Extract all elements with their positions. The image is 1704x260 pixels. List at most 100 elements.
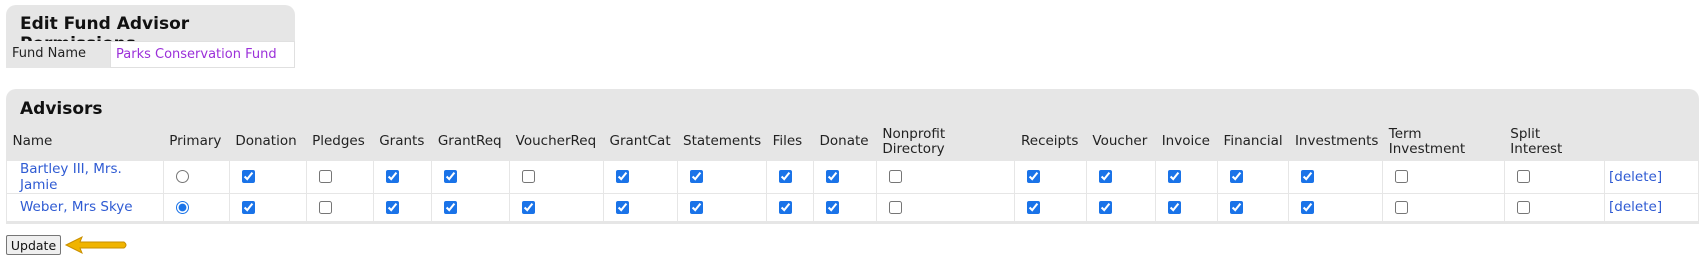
- receipts-cell: [1014, 192, 1087, 222]
- delete-link[interactable]: [delete]: [1609, 169, 1662, 185]
- invoice-cell: [1155, 192, 1219, 222]
- nonprofit-directory-cell: [875, 192, 1016, 222]
- grantcat-cell: [602, 192, 678, 222]
- fund-name-row: Fund Name Parks Conservation Fund: [6, 41, 295, 68]
- fund-name-label: Fund Name: [12, 46, 86, 61]
- delete-cell: [delete]: [1604, 192, 1699, 222]
- advisors-panel: Advisors Name Primary Donation Pledges G…: [6, 89, 1699, 224]
- col-header-pledges: Pledges: [312, 133, 365, 150]
- grants-cell: [372, 159, 433, 194]
- primary-cell: [162, 159, 230, 194]
- voucherreq-checkbox[interactable]: [522, 200, 536, 214]
- col-header-term-investment: Term Investment: [1388, 125, 1466, 157]
- grantreq-cell: [431, 192, 511, 222]
- statements-checkbox[interactable]: [689, 200, 703, 214]
- statements-checkbox[interactable]: [689, 170, 703, 183]
- table-row: Bartley III, Mrs. Jamie [delete]: [6, 159, 1699, 194]
- col-header-donate: Donate: [819, 133, 869, 150]
- col-header-split-interest: Split Interest: [1510, 125, 1563, 157]
- invoice-checkbox[interactable]: [1168, 200, 1182, 214]
- receipts-cell: [1014, 159, 1087, 194]
- donation-cell: [228, 159, 307, 194]
- col-header-actions: [1605, 124, 1699, 160]
- nonprofit-directory-checkbox[interactable]: [888, 170, 902, 183]
- col-header-statements: Statements: [683, 133, 762, 150]
- table-row: Weber, Mrs Skye [delete]: [6, 192, 1699, 222]
- col-header-invoice: Invoice: [1161, 133, 1210, 150]
- donate-checkbox[interactable]: [826, 200, 839, 214]
- donate-checkbox[interactable]: [826, 170, 839, 183]
- voucher-checkbox[interactable]: [1098, 200, 1112, 214]
- voucherreq-checkbox[interactable]: [522, 170, 536, 183]
- col-header-files: Files: [772, 133, 803, 150]
- donation-checkbox[interactable]: [241, 200, 255, 214]
- investments-checkbox[interactable]: [1301, 200, 1315, 214]
- voucherreq-cell: [509, 159, 604, 194]
- investments-checkbox[interactable]: [1301, 170, 1315, 183]
- investments-cell: [1288, 159, 1384, 194]
- files-cell: [766, 159, 814, 194]
- fund-name-value: Parks Conservation Fund: [110, 41, 295, 68]
- statements-cell: [676, 159, 768, 194]
- donate-cell: [813, 192, 877, 222]
- table-header-row: Name Primary Donation Pledges Grants Gra…: [7, 124, 1699, 160]
- primary-radio[interactable]: [175, 200, 189, 214]
- delete-cell: [delete]: [1604, 159, 1699, 194]
- advisor-name-cell: Weber, Mrs Skye: [6, 192, 164, 222]
- voucher-cell: [1085, 192, 1157, 222]
- advisor-name-cell: Bartley III, Mrs. Jamie: [6, 159, 164, 194]
- grantreq-checkbox[interactable]: [444, 200, 458, 214]
- investments-cell: [1288, 192, 1384, 222]
- grants-checkbox[interactable]: [385, 170, 399, 183]
- voucher-checkbox[interactable]: [1098, 170, 1112, 183]
- col-header-receipts: Receipts: [1020, 133, 1079, 150]
- receipts-checkbox[interactable]: [1027, 200, 1041, 214]
- grants-checkbox[interactable]: [385, 200, 399, 214]
- donation-cell: [228, 192, 307, 222]
- receipts-checkbox[interactable]: [1027, 170, 1041, 183]
- arrow-left-icon: [64, 235, 127, 255]
- invoice-cell: [1155, 159, 1219, 194]
- col-header-financial: Financial: [1223, 133, 1283, 150]
- grantcat-checkbox[interactable]: [615, 170, 629, 183]
- col-header-voucher: Voucher: [1092, 133, 1148, 150]
- invoice-checkbox[interactable]: [1168, 170, 1182, 183]
- files-checkbox[interactable]: [779, 200, 793, 214]
- financial-checkbox[interactable]: [1230, 200, 1244, 214]
- grantcat-cell: [602, 159, 678, 194]
- update-button[interactable]: Update: [6, 235, 61, 255]
- term-investment-cell: [1382, 192, 1505, 222]
- col-header-name: Name: [12, 133, 53, 150]
- donation-checkbox[interactable]: [241, 170, 255, 183]
- col-header-nonprofit-directory: Nonprofit Directory: [882, 125, 946, 157]
- primary-radio[interactable]: [175, 170, 189, 183]
- delete-link[interactable]: [delete]: [1609, 199, 1662, 215]
- advisor-name-link[interactable]: Bartley III, Mrs. Jamie: [20, 161, 122, 193]
- pledges-cell: [305, 192, 374, 222]
- col-header-grantreq: GrantReq: [437, 133, 502, 150]
- grantcat-checkbox[interactable]: [615, 200, 629, 214]
- split-interest-checkbox[interactable]: [1516, 170, 1530, 183]
- files-cell: [766, 192, 814, 222]
- term-investment-checkbox[interactable]: [1395, 200, 1409, 214]
- primary-cell: [162, 192, 230, 222]
- financial-cell: [1217, 192, 1290, 222]
- term-investment-cell: [1382, 159, 1505, 194]
- advisor-name-link[interactable]: Weber, Mrs Skye: [20, 199, 133, 215]
- grantreq-checkbox[interactable]: [444, 170, 458, 183]
- col-header-voucherreq: VoucherReq: [515, 133, 597, 150]
- pledges-checkbox[interactable]: [318, 200, 332, 214]
- financial-checkbox[interactable]: [1230, 170, 1244, 183]
- grantreq-cell: [431, 159, 511, 194]
- col-header-primary: Primary: [169, 133, 222, 150]
- files-checkbox[interactable]: [779, 170, 793, 183]
- donate-cell: [813, 159, 877, 194]
- pledges-checkbox[interactable]: [318, 170, 332, 183]
- edit-fund-advisor-panel: Edit Fund Advisor Permissions Fund Name …: [6, 5, 295, 68]
- statements-cell: [676, 192, 768, 222]
- nonprofit-directory-checkbox[interactable]: [888, 200, 902, 214]
- term-investment-checkbox[interactable]: [1395, 170, 1409, 183]
- voucher-cell: [1085, 159, 1157, 194]
- split-interest-checkbox[interactable]: [1516, 200, 1530, 214]
- nonprofit-directory-cell: [875, 159, 1016, 194]
